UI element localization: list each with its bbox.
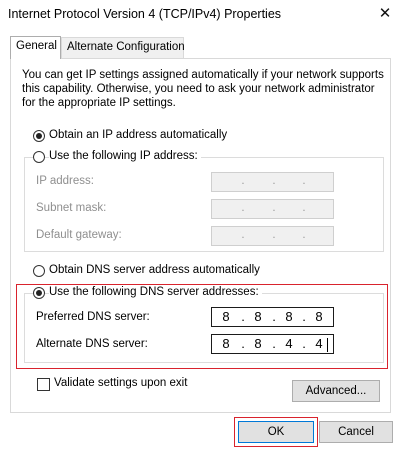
use-following-dns-radio[interactable] xyxy=(33,287,45,299)
subnet-mask-label: Subnet mask: xyxy=(36,202,107,214)
use-following-ip-radio[interactable] xyxy=(33,151,45,163)
tab-alternate-configuration[interactable]: Alternate Configuration xyxy=(61,37,185,58)
text-caret xyxy=(327,338,328,352)
title-bar: Internet Protocol Version 4 (TCP/IPv4) P… xyxy=(0,0,400,30)
description-line: for the appropriate IP settings. xyxy=(22,97,176,109)
subnet-mask-input: . . . xyxy=(211,199,334,219)
validate-settings-label: Validate settings upon exit xyxy=(54,377,188,389)
obtain-dns-auto-label: Obtain DNS server address automatically xyxy=(49,264,263,276)
description-line: You can get IP settings assigned automat… xyxy=(22,69,384,81)
tab-general[interactable]: General xyxy=(10,36,61,59)
default-gateway-input: . . . xyxy=(211,226,334,246)
alternate-dns-input[interactable]: 8. 8. 4. 4 xyxy=(211,334,334,354)
close-icon[interactable]: ✕ xyxy=(374,3,396,25)
obtain-ip-auto-radio[interactable] xyxy=(33,130,45,142)
ip-address-input: . . . xyxy=(211,172,334,192)
ip-address-label: IP address: xyxy=(36,175,94,187)
alternate-dns-label: Alternate DNS server: xyxy=(36,338,148,350)
obtain-ip-auto-label: Obtain an IP address automatically xyxy=(49,129,231,141)
use-following-dns-label: Use the following DNS server addresses: xyxy=(49,286,262,298)
description-text: You can get IP settings assigned automat… xyxy=(22,68,384,110)
preferred-dns-input[interactable]: 8. 8. 8. 8 xyxy=(211,307,334,327)
default-gateway-label: Default gateway: xyxy=(36,229,122,241)
cancel-button[interactable]: Cancel xyxy=(319,421,393,443)
tab-alternate-configuration-label: Alternate Configuration xyxy=(67,41,185,53)
description-line: this capability. Otherwise, you need to … xyxy=(22,83,375,95)
validate-settings-checkbox[interactable] xyxy=(37,378,50,391)
window-title: Internet Protocol Version 4 (TCP/IPv4) P… xyxy=(8,7,282,21)
obtain-dns-auto-radio[interactable] xyxy=(33,265,45,277)
advanced-button[interactable]: Advanced... xyxy=(292,380,380,402)
ok-button[interactable]: OK xyxy=(238,421,314,443)
use-following-ip-label: Use the following IP address: xyxy=(49,150,201,162)
tab-general-label: General xyxy=(16,40,57,52)
preferred-dns-label: Preferred DNS server: xyxy=(36,311,150,323)
